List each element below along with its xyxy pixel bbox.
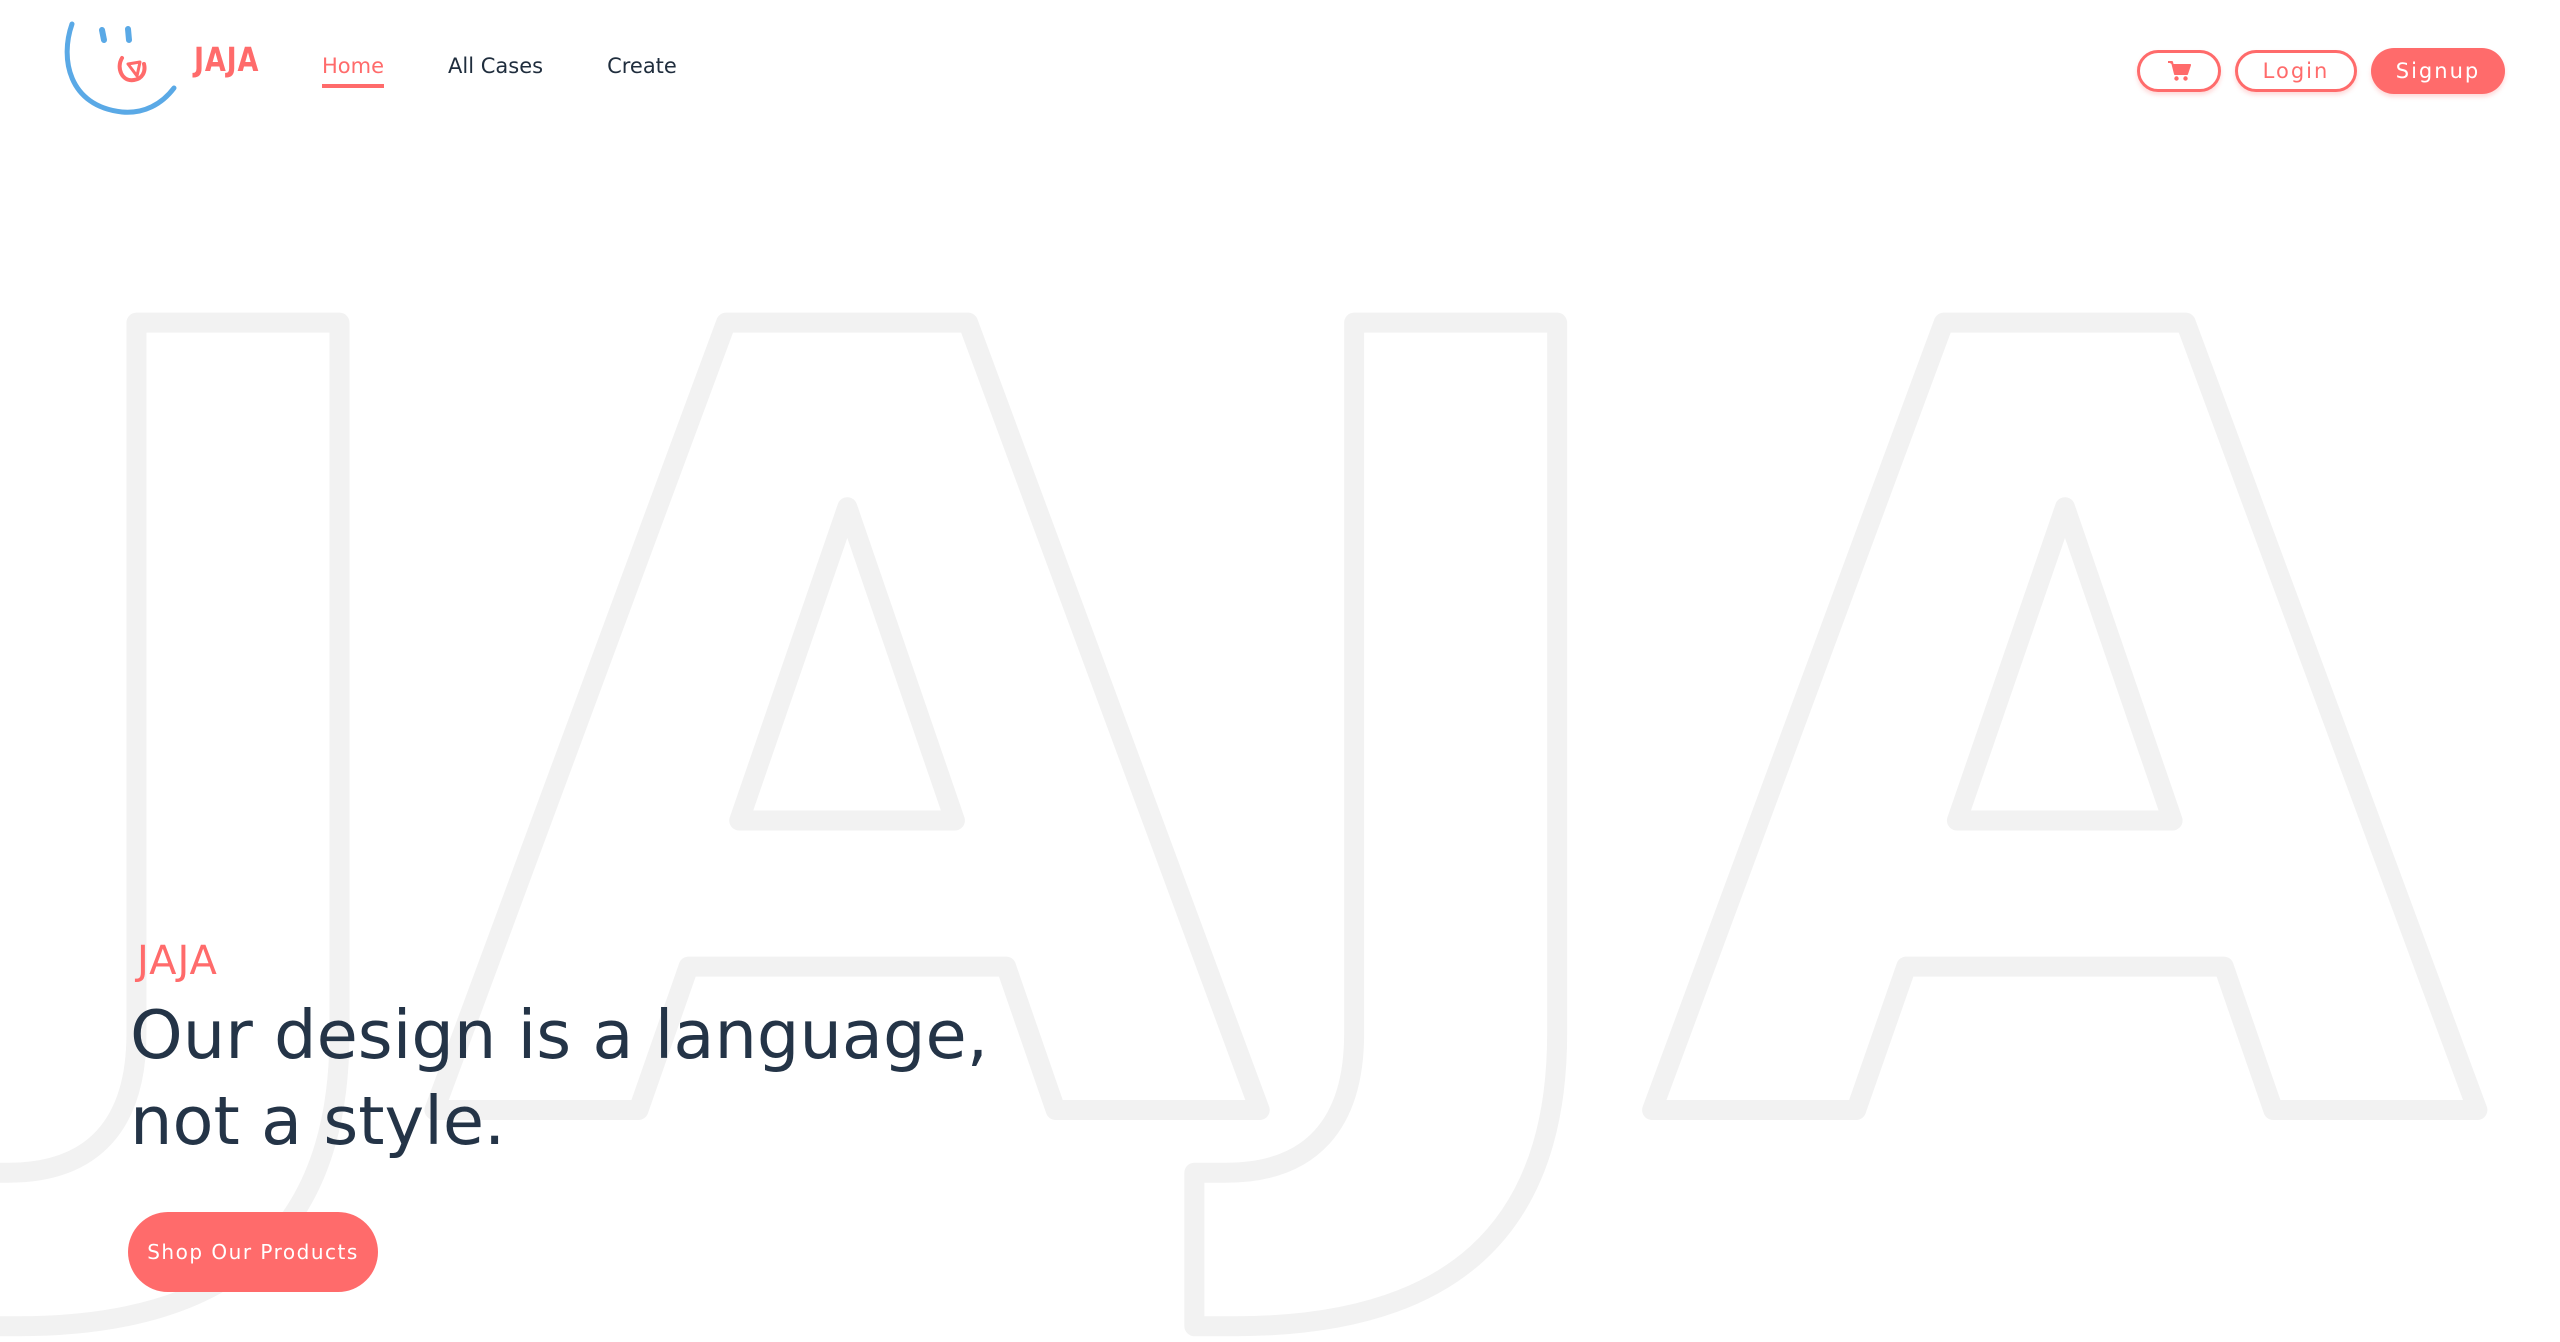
landing-page: JAJA JAJA Home All Cases Create Login Si… [0,0,2560,1342]
nav-all-cases[interactable]: All Cases [448,54,543,88]
cart-button[interactable] [2137,50,2221,92]
hero-heading-line-1: Our design is a language, [130,996,989,1074]
nav-home[interactable]: Home [322,54,385,88]
header-actions: Login Signup [2137,48,2505,94]
shop-products-button[interactable]: Shop Our Products [128,1212,378,1292]
login-button[interactable]: Login [2235,50,2357,92]
logo-text: JAJA [194,40,260,79]
smiley-logo-icon [64,21,177,115]
logo[interactable]: JAJA [62,18,292,122]
hero-heading-line-2: not a style. [130,1082,506,1160]
nav-create[interactable]: Create [607,54,677,88]
shopping-cart-icon [2168,61,2191,81]
site-header: JAJA Home All Cases Create Login Signup [0,0,2560,140]
signup-button[interactable]: Signup [2371,48,2505,94]
main-nav: Home All Cases Create [322,54,741,88]
hero-heading: Our design is a language, not a style. [130,992,1130,1164]
hero-brand-label: JAJA [137,938,218,984]
